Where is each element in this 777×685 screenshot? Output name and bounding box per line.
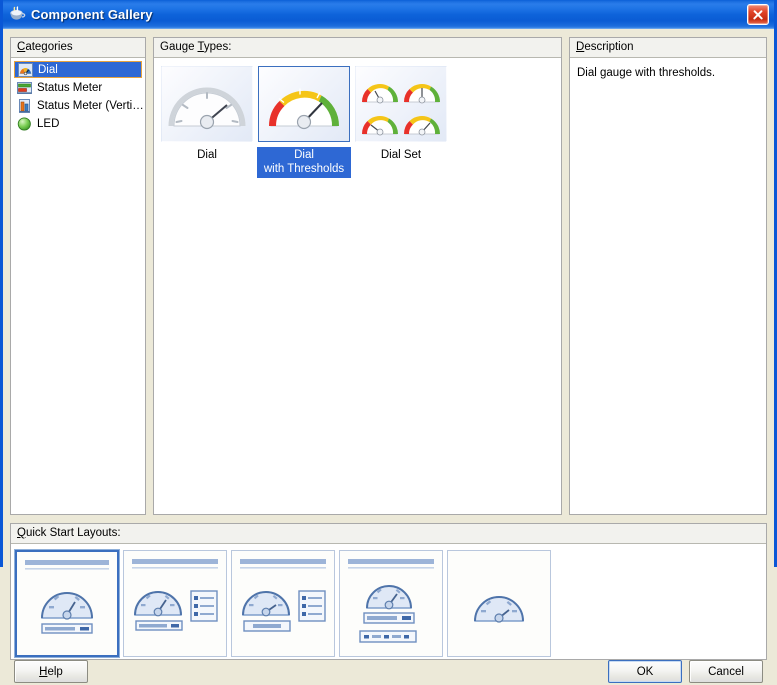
quick-start-layouts-body: [11, 544, 766, 659]
gauge-types-header-pre: Gauge: [160, 41, 198, 53]
categories-panel: Categories Dial Status Meter Status Mete…: [10, 37, 146, 515]
sidebar-item-dial[interactable]: Dial: [14, 61, 142, 78]
main-row: Categories Dial Status Meter Status Mete…: [10, 37, 767, 515]
sidebar-item-label: Status Meter (Verti…: [37, 99, 144, 112]
sidebar-item-status-meter-vertical[interactable]: Status Meter (Verti…: [14, 97, 144, 114]
sidebar-item-status-meter[interactable]: Status Meter: [14, 79, 142, 96]
title-bar: Component Gallery: [3, 0, 774, 29]
dial-thresholds-thumbnail: [258, 66, 350, 142]
gauge-types-header: Gauge Types:: [154, 38, 561, 58]
description-body: Dial gauge with thresholds.: [570, 58, 766, 514]
description-header: Description: [570, 38, 766, 58]
dial-set-thumbnail: [355, 66, 447, 142]
description-text: Dial gauge with thresholds.: [577, 67, 716, 79]
gauge-thumb-label: Dial Set: [380, 149, 422, 161]
gauge-types-panel: Gauge Types: Dial Dial with Thresholds D…: [153, 37, 562, 515]
layout-gauge-only[interactable]: [447, 550, 551, 657]
quick-start-layouts-header: Quick Start Layouts:: [11, 524, 766, 544]
layout-title-gauge-bar[interactable]: [14, 549, 120, 658]
status-meter-vertical-icon: [17, 98, 32, 113]
description-panel: Description Dial gauge with thresholds.: [569, 37, 767, 515]
quick-start-layouts-panel: Quick Start Layouts:: [10, 523, 767, 660]
dialog-content: Categories Dial Status Meter Status Mete…: [3, 29, 774, 685]
help-button-rest: elp: [47, 665, 63, 678]
layout-title-gauge-smallbar-legend[interactable]: [231, 550, 335, 657]
gauge-thumb-label-line1: Dial: [294, 149, 314, 161]
gauge-thumb-dial-set[interactable]: Dial Set: [353, 65, 449, 179]
sidebar-item-label: Dial: [38, 63, 58, 76]
categories-body: Dial Status Meter Status Meter (Verti… L…: [11, 58, 145, 514]
component-gallery-dialog: Component Gallery Categories Dial Status…: [0, 0, 777, 685]
status-meter-horizontal-icon: [17, 81, 32, 95]
gauge-thumb-label: Dial: [197, 149, 217, 161]
description-header-rest: escription: [584, 41, 634, 53]
ok-button[interactable]: OK: [608, 660, 682, 683]
layout-title-gauge-two-bars[interactable]: [339, 550, 443, 657]
layout-title-gauge-bar-legend[interactable]: [123, 550, 227, 657]
led-icon: [17, 116, 32, 131]
categories-header: Categories: [11, 38, 145, 58]
gauge-thumbnail-list: Dial Dial with Thresholds Dial Set: [154, 58, 561, 179]
gauge-types-body: Dial Dial with Thresholds Dial Set: [154, 58, 561, 514]
gauge-thumb-dial[interactable]: Dial: [159, 65, 255, 179]
categories-header-rest: ategories: [25, 41, 73, 53]
dial-plain-thumbnail: [161, 66, 253, 142]
gauge-thumb-dial-with-thresholds[interactable]: Dial with Thresholds: [256, 65, 352, 179]
sidebar-item-label: Status Meter: [37, 81, 103, 94]
close-icon[interactable]: [747, 4, 769, 25]
dial-gauge-icon: [18, 62, 33, 77]
java-coffee-cup-icon: [8, 5, 26, 24]
cancel-button[interactable]: Cancel: [689, 660, 763, 683]
gauge-thumb-label: Dial with Thresholds: [257, 147, 351, 178]
dialog-button-bar: Help OK Cancel: [10, 660, 767, 685]
sidebar-item-led[interactable]: LED: [14, 115, 142, 132]
sidebar-item-label: LED: [37, 117, 60, 130]
gauge-types-header-rest: ypes:: [203, 41, 232, 53]
window-title: Component Gallery: [31, 7, 153, 22]
help-button[interactable]: Help: [14, 660, 88, 683]
gauge-thumb-label-line2: with Thresholds: [263, 163, 345, 175]
quick-start-layouts-header-rest: uick Start Layouts:: [25, 527, 121, 539]
categories-list: Dial Status Meter Status Meter (Verti… L…: [11, 58, 145, 132]
